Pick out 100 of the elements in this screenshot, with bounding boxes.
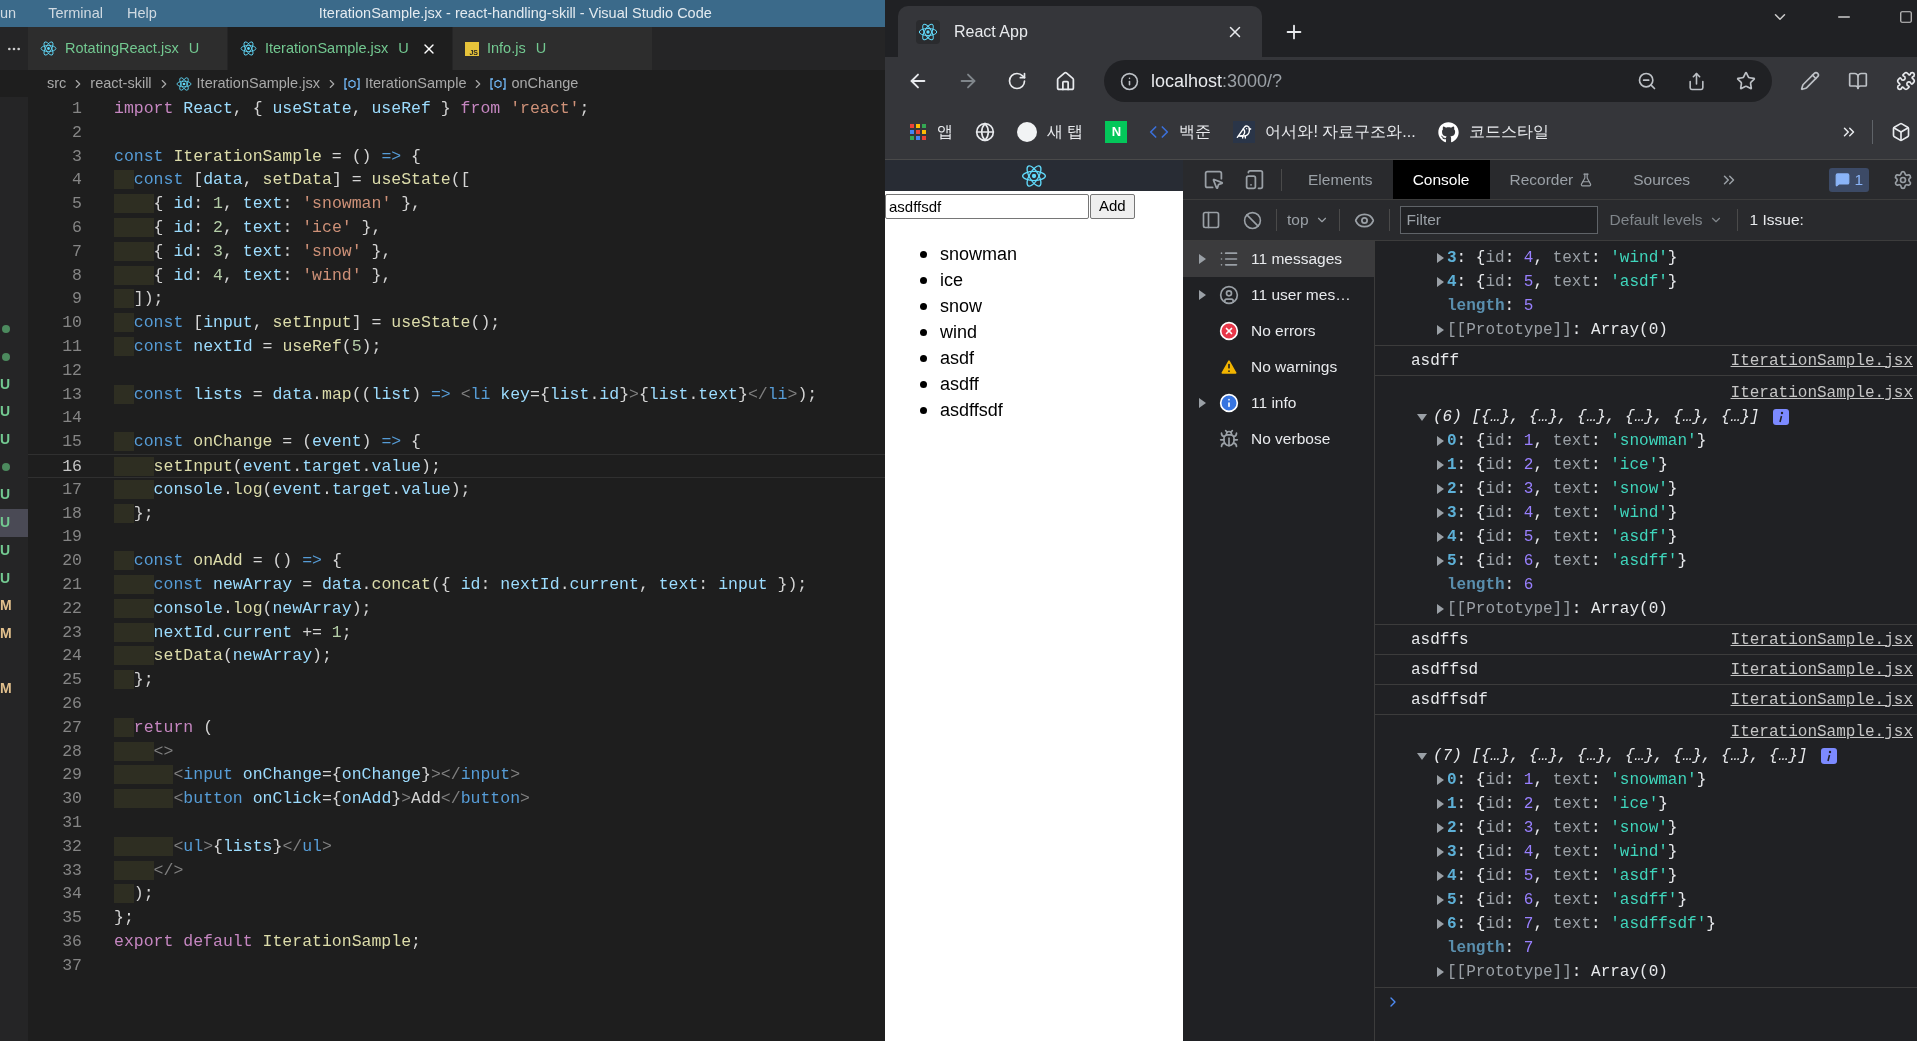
book-icon[interactable] (1848, 71, 1868, 91)
home-icon[interactable] (1055, 70, 1076, 92)
expand-arrow-icon[interactable] (1435, 799, 1445, 809)
line-number: 17 (61, 478, 82, 501)
expand-arrow-icon[interactable] (1435, 847, 1445, 857)
object-property: [[Prototype]]: Array(0) (1447, 320, 1668, 341)
github-icon[interactable] (1437, 121, 1459, 143)
object-property: [[Prototype]]: Array(0) (1447, 962, 1668, 983)
filter-field[interactable]: Filter (1399, 206, 1598, 234)
bullet-icon (920, 302, 927, 310)
info-badge-icon[interactable] (1821, 748, 1838, 764)
inspect-icon[interactable] (1203, 169, 1224, 190)
line-number: 29 (61, 764, 82, 787)
sidebar-item[interactable]: 11 messages (1183, 241, 1374, 277)
bookmark-label[interactable]: 백준 (1179, 120, 1212, 144)
sidebar-item[interactable]: No errors (1183, 313, 1374, 349)
devtools-tab[interactable]: Console (1392, 160, 1490, 199)
browser-tab[interactable]: React App (898, 6, 1262, 57)
sidebar-item[interactable]: No verbose (1183, 421, 1374, 457)
globe-icon[interactable] (975, 122, 995, 142)
source-link[interactable]: IterationSample.jsx (1730, 348, 1917, 373)
expand-arrow-icon[interactable] (1435, 436, 1445, 446)
star-icon[interactable] (1736, 71, 1756, 91)
zoom-out-icon[interactable] (1637, 71, 1657, 91)
expand-arrow-icon[interactable] (1197, 290, 1207, 300)
expand-arrow-icon[interactable] (1435, 604, 1445, 614)
menu-item[interactable]: Terminal (36, 2, 115, 25)
bookmark-label[interactable]: 어서와! 자료구조와... (1265, 120, 1416, 144)
expand-arrow-icon[interactable] (1435, 253, 1445, 263)
selected-file-row[interactable]: U (0, 508, 28, 537)
expand-arrow-icon[interactable] (1435, 277, 1445, 287)
expand-arrow-icon[interactable] (1197, 398, 1207, 408)
menu-item[interactable]: Help (114, 2, 169, 25)
expand-arrow-icon[interactable] (1435, 325, 1445, 335)
device-toolbar-icon[interactable] (1244, 169, 1265, 190)
expand-arrow-icon[interactable] (1435, 823, 1445, 833)
editor-tab[interactable]: RotatingReact.jsx U (28, 27, 228, 70)
sidebar-item[interactable]: 11 info (1183, 385, 1374, 421)
breadcrumb-item[interactable]: IterationSample.jsx (196, 72, 320, 95)
sidebar-item[interactable]: 11 user mes… (1183, 277, 1374, 313)
expand-arrow-icon[interactable] (1435, 871, 1445, 881)
git-status: U (0, 513, 11, 533)
context-selector[interactable]: top (1277, 208, 1339, 232)
source-link[interactable]: IterationSample.jsx (1730, 627, 1917, 652)
sidebar-toggle-icon[interactable] (1201, 210, 1221, 230)
git-status: U (535, 38, 547, 58)
bullet-icon (920, 250, 927, 258)
extensions-icon[interactable] (1896, 71, 1916, 91)
source-link[interactable]: IterationSample.jsx (1730, 657, 1917, 682)
expand-arrow-icon[interactable] (1435, 460, 1445, 470)
expand-arrow-icon[interactable] (1197, 254, 1207, 264)
bookmark-label[interactable]: 코드스타일 (1468, 120, 1549, 144)
expand-arrow-icon[interactable] (1435, 919, 1445, 929)
expand-arrow-icon[interactable] (1435, 508, 1445, 518)
sidebar-item[interactable]: No warnings (1183, 349, 1374, 385)
settings-icon[interactable] (1893, 169, 1913, 190)
expand-arrow-icon[interactable] (1435, 967, 1445, 977)
line-number: 26 (61, 692, 82, 715)
issues-badge[interactable]: 1 (1829, 167, 1869, 192)
text-input[interactable]: asdffsdf (885, 194, 1089, 219)
expand-arrow-icon[interactable] (1435, 532, 1445, 542)
apps-grid-icon[interactable] (909, 123, 927, 141)
devtools-tab[interactable]: Elements (1288, 160, 1393, 199)
menu-item[interactable]: un (0, 2, 37, 25)
breadcrumb-item[interactable]: onChange (511, 72, 579, 95)
git-status: U (0, 568, 11, 588)
array-summary[interactable]: (6) [{…}, {…}, {…}, {…}, {…}, {…}] (1433, 405, 1760, 429)
expand-arrow-icon[interactable] (1435, 895, 1445, 905)
issues-count[interactable]: 1 Issue: (1749, 208, 1804, 232)
array-summary[interactable]: (7) [{…}, {…}, {…}, {…}, {…}, {…}, {…}] (1433, 744, 1808, 768)
bird-icon[interactable] (1233, 121, 1256, 143)
git-status: U (0, 374, 11, 394)
source-link[interactable]: IterationSample.jsx (1730, 687, 1917, 712)
log-levels-dropdown[interactable]: Default levels (1609, 208, 1723, 232)
add-button[interactable]: Add (1090, 194, 1135, 219)
bookmark-label[interactable]: 앱 (937, 120, 953, 144)
clear-console-icon[interactable] (1243, 210, 1262, 230)
address-bar[interactable]: localhost:3000/? (1104, 60, 1772, 102)
object-property: [[Prototype]]: Array(0) (1447, 599, 1668, 620)
pencil-icon[interactable] (1800, 71, 1820, 91)
source-link[interactable]: IterationSample.jsx (1730, 381, 1917, 405)
info-badge-icon[interactable] (1773, 409, 1790, 425)
expand-arrow-icon[interactable] (1435, 775, 1445, 785)
git-status: U (398, 38, 409, 58)
breadcrumb-item[interactable]: src (47, 72, 67, 95)
expand-arrow-icon[interactable] (1435, 556, 1445, 566)
info-icon[interactable] (1120, 71, 1139, 91)
bookmark-label[interactable]: 새 탭 (1047, 120, 1084, 144)
collapse-arrow-icon[interactable] (1417, 412, 1427, 422)
editor-tab[interactable]: IterationSample.jsx U (228, 27, 453, 70)
source-link[interactable]: IterationSample.jsx (1730, 720, 1917, 744)
expand-arrow-icon[interactable] (1435, 484, 1445, 494)
devtools-tab[interactable]: Sources (1613, 160, 1711, 199)
breadcrumb-item[interactable]: react-skill (90, 72, 152, 95)
maximize-icon[interactable] (1899, 10, 1913, 24)
breadcrumb-item[interactable]: IterationSample (364, 72, 467, 95)
devtools-tab[interactable]: Recorder (1489, 160, 1614, 199)
collapse-arrow-icon[interactable] (1417, 751, 1427, 761)
reload-icon[interactable] (1007, 71, 1027, 91)
share-icon[interactable] (1687, 71, 1706, 91)
